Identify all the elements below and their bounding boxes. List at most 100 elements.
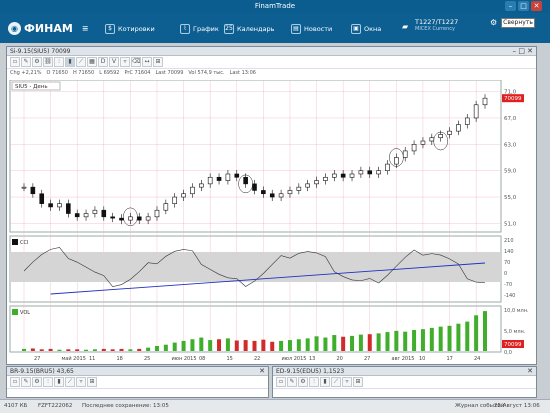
draw-icon[interactable]: ▿ (342, 377, 352, 387)
nav-calendar[interactable]: 25 Календарь (224, 23, 274, 35)
pane-br: BR-9.15(BRU5) 43,65 ✕ ▫ ✎ ⚙ ⫶ ▮ ⟋ ▿ ⊞ (6, 366, 269, 398)
settings-icon[interactable]: ⚙ (32, 377, 42, 387)
scroll-icon[interactable]: ↔ (142, 57, 152, 67)
menu-icon[interactable]: ≡ (82, 24, 89, 33)
line-chart-icon[interactable]: ⟋ (331, 377, 341, 387)
candle (172, 196, 178, 204)
line-chart-icon[interactable]: ⟋ (76, 57, 86, 67)
edit-icon[interactable]: ✎ (287, 377, 297, 387)
period-button[interactable]: D (98, 57, 108, 67)
candle (207, 176, 213, 185)
clear-icon[interactable]: ⌫ (131, 57, 141, 67)
account-info[interactable]: T1227/T1227 MICEX Currency (415, 19, 458, 33)
price-panel (9, 80, 502, 233)
title-bar: FinamTrade – □ ✕ (0, 0, 550, 13)
candle (482, 97, 488, 106)
volume-bar (137, 348, 142, 351)
volume-bar (279, 340, 284, 351)
candle (349, 173, 355, 178)
volume-tick: 5,0 млн. (504, 329, 526, 335)
x-tick: 15 (227, 356, 233, 362)
zoom-icon[interactable]: ⊞ (87, 377, 97, 387)
collapse-button[interactable]: Свернуть (501, 18, 535, 28)
edit-icon[interactable]: ✎ (21, 377, 31, 387)
price-badge-text: 70099 (504, 96, 522, 102)
candle (83, 213, 89, 218)
settings-icon[interactable]: ⚙ (32, 57, 42, 67)
candle-chart-icon[interactable]: ▮ (54, 377, 64, 387)
volume-bar (483, 311, 487, 351)
new-icon[interactable]: ▫ (10, 57, 20, 67)
bar-chart-icon[interactable]: ⫶ (43, 377, 53, 387)
volume-bar (270, 341, 275, 351)
top-nav: ◉ ФИНАМ ≡ $ Котировки ⌇ График 25 Календарь… (0, 13, 550, 43)
nav-chart[interactable]: ⌇ График (180, 23, 219, 35)
volume-bar (208, 340, 213, 351)
quote-line: Chg +2,21% O 71650 H 71650 L 69592 PrC 71604… (7, 69, 536, 78)
vol-legend-swatch (12, 309, 18, 315)
volume-bar (465, 321, 470, 351)
indicator-icon[interactable]: ▦ (87, 57, 97, 67)
volume-bar (438, 326, 443, 351)
new-icon[interactable]: ▫ (10, 377, 20, 387)
volume-bar (199, 337, 204, 351)
x-tick: 25 (144, 356, 150, 362)
line-chart-icon[interactable]: ⟋ (65, 377, 75, 387)
volume-bar (48, 348, 53, 351)
minimize-pane-icon[interactable]: – (513, 47, 517, 56)
zoom-icon[interactable]: ⊞ (153, 57, 163, 67)
quote-item: Chg +2,21% (10, 70, 42, 76)
volume-tick: 10,0 млн. (504, 308, 529, 314)
volume-bar (172, 342, 177, 351)
volume-button[interactable]: V (109, 57, 119, 67)
nav-news[interactable]: ▤ Новости (291, 23, 332, 35)
candle (181, 193, 186, 198)
volume-bar (252, 340, 257, 351)
x-tick: 27 (34, 356, 40, 362)
edit-icon[interactable]: ✎ (21, 57, 31, 67)
gear-icon[interactable]: ⚙ (490, 18, 497, 27)
x-tick: 11 (89, 356, 95, 362)
candle (243, 176, 248, 185)
x-tick: июн 2015 (172, 356, 197, 362)
volume-bar (296, 339, 301, 351)
candle (385, 163, 390, 171)
candle (323, 176, 328, 181)
close-pane-icon[interactable]: ✕ (527, 367, 533, 376)
settings-icon[interactable]: ⚙ (298, 377, 308, 387)
price-tick: 51,0 (504, 221, 517, 227)
zoom-icon[interactable]: ⊞ (353, 377, 363, 387)
maximize-button[interactable]: □ (518, 1, 529, 11)
close-pane-icon[interactable]: ✕ (259, 367, 265, 376)
draw-icon[interactable]: ▿ (120, 57, 130, 67)
draw-icon[interactable]: ▿ (76, 377, 86, 387)
bar-chart-icon[interactable]: ⫶ (309, 377, 319, 387)
finam-logo[interactable]: ◉ ФИНАМ ≡ (8, 21, 88, 35)
chart-toolbar: ▫ ✎ ⚙ ⛓ ⫶ ▮ ⟋ ▦ D V ▿ ⌫ ↔ ⊞ (7, 56, 536, 69)
chart-canvas[interactable]: 71,067,063,059,055,051,070099SIU5 - День… (7, 80, 536, 364)
volume-bar (350, 335, 355, 351)
x-tick: июл 2015 (282, 356, 307, 362)
chart-window: Si-9.15(SIU5) 70099 – □ ✕ ▫ ✎ ⚙ ⛓ ⫶ ▮ ⟋ … (6, 46, 537, 365)
candle-chart-icon[interactable]: ▮ (65, 57, 75, 67)
candle (261, 190, 266, 195)
candle (234, 173, 240, 178)
candle-chart-icon[interactable]: ▮ (320, 377, 330, 387)
maximize-pane-icon[interactable]: □ (518, 47, 525, 56)
volume-bar (341, 336, 346, 351)
new-icon[interactable]: ▫ (276, 377, 286, 387)
minimize-button[interactable]: – (505, 1, 516, 11)
pane-br-toolbar: ▫ ✎ ⚙ ⫶ ▮ ⟋ ▿ ⊞ (7, 376, 268, 389)
volume-badge-text: 70099 (504, 342, 522, 348)
close-pane-icon[interactable]: ✕ (527, 47, 533, 56)
volume-bar (305, 338, 310, 351)
nav-windows[interactable]: ▣ Окна (351, 23, 381, 35)
bar-chart-icon[interactable]: ⫶ (54, 57, 64, 67)
nav-quotes[interactable]: $ Котировки (105, 23, 155, 35)
volume-bar (243, 340, 248, 351)
pane-br-title: BR-9.15(BRU5) 43,65 (10, 368, 74, 375)
x-tick: авг 2015 (392, 356, 415, 362)
link-icon[interactable]: ⛓ (43, 57, 53, 67)
close-button[interactable]: ✕ (531, 1, 542, 11)
volume-bar (474, 315, 479, 351)
